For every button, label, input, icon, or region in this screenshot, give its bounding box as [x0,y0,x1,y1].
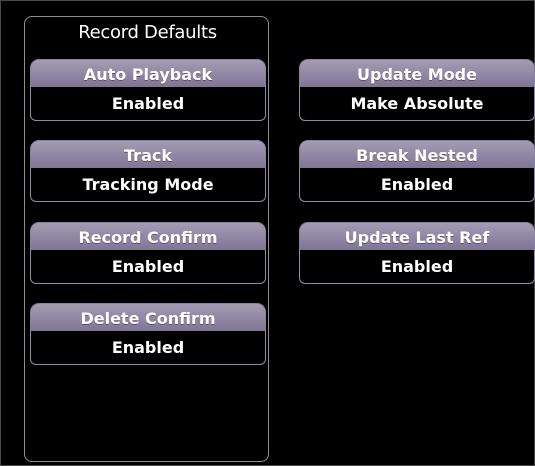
setting-label: Update Last Ref [299,222,535,250]
setting-label: Auto Playback [30,59,266,87]
setting-label: Break Nested [299,140,535,168]
setting-value-button[interactable]: Enabled [299,250,535,284]
setting-value-button[interactable]: Tracking Mode [30,168,266,202]
setting-break-nested[interactable]: Break Nested Enabled [299,140,535,204]
setting-value-button[interactable]: Enabled [30,250,266,284]
setting-label: Delete Confirm [30,303,266,331]
setting-label: Update Mode [299,59,535,87]
setting-value-button[interactable]: Enabled [30,87,266,121]
setting-label: Track [30,140,266,168]
setting-update-last-ref[interactable]: Update Last Ref Enabled [299,222,535,286]
setting-auto-playback[interactable]: Auto Playback Enabled [30,59,266,123]
setting-record-confirm[interactable]: Record Confirm Enabled [30,222,266,286]
panel-title: Record Defaults [78,22,217,43]
setting-value-button[interactable]: Make Absolute [299,87,535,121]
setting-label: Record Confirm [30,222,266,250]
setting-delete-confirm[interactable]: Delete Confirm Enabled [30,303,266,367]
setting-track[interactable]: Track Tracking Mode [30,140,266,204]
setting-update-mode[interactable]: Update Mode Make Absolute [299,59,535,123]
setting-value-button[interactable]: Enabled [30,331,266,365]
setting-value-button[interactable]: Enabled [299,168,535,202]
